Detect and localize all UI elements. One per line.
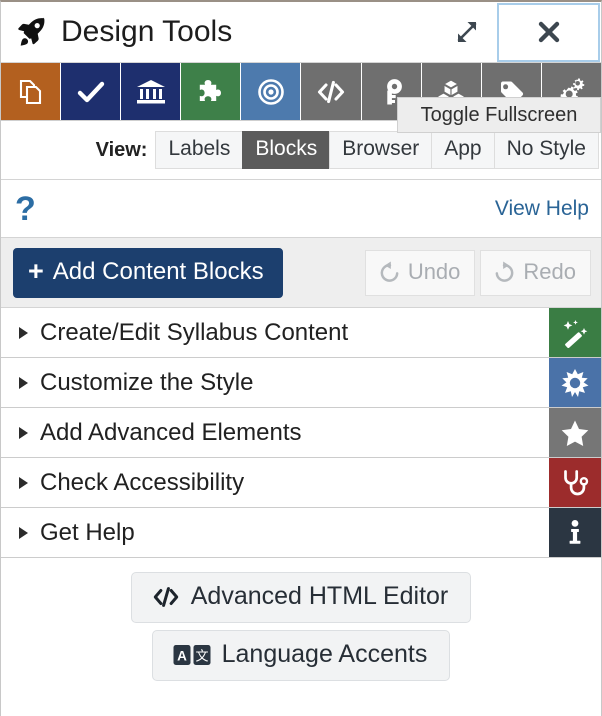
accordion-label: Get Help	[40, 518, 135, 546]
accordion-label: Create/Edit Syllabus Content	[40, 318, 349, 346]
bullseye-button[interactable]	[241, 63, 302, 120]
help-bar: ? View Help	[1, 180, 601, 238]
advanced-html-editor-button[interactable]: Advanced HTML Editor	[130, 572, 472, 623]
add-content-blocks-label: Add Content Blocks	[52, 257, 264, 285]
accordion-row-check-accessibility[interactable]: Check Accessibility	[1, 458, 601, 508]
close-button[interactable]	[497, 2, 600, 62]
undo-arrow-icon	[378, 260, 401, 283]
title-bar: Design Tools	[1, 2, 601, 63]
add-content-blocks-button[interactable]: + Add Content Blocks	[13, 247, 283, 298]
copy-files-icon	[16, 77, 46, 107]
checkmark-icon	[76, 77, 106, 107]
caret-right-icon	[19, 376, 28, 389]
puzzle-piece-icon	[196, 77, 226, 107]
accordion-row-add-advanced-elements[interactable]: Add Advanced Elements	[1, 408, 601, 458]
accordion-label: Add Advanced Elements	[40, 418, 302, 446]
accordion-row-create-edit-syllabus-content[interactable]: Create/Edit Syllabus Content	[1, 308, 601, 358]
code-brackets-button[interactable]	[301, 63, 362, 120]
copy-files-button[interactable]	[1, 63, 62, 120]
checkmark-button[interactable]	[61, 63, 122, 120]
design-tools-panel: Design Tools View: Labels Blocks Browser…	[0, 0, 602, 716]
language-accents-label: Language Accents	[221, 640, 428, 668]
view-option-browser[interactable]: Browser	[329, 130, 432, 170]
accordion-row-header: Customize the Style	[1, 358, 549, 407]
plus-icon: +	[28, 256, 44, 286]
action-bar: + Add Content Blocks Undo Redo	[1, 238, 601, 308]
code-brackets-icon	[316, 77, 346, 107]
view-help-link[interactable]: View Help	[495, 197, 589, 221]
caret-right-icon	[19, 426, 28, 439]
accordion-row-header: Check Accessibility	[1, 458, 549, 507]
stethoscope-icon[interactable]	[549, 458, 601, 507]
close-icon	[538, 21, 559, 43]
redo-label: Redo	[523, 258, 576, 284]
accordion-row-customize-the-style[interactable]: Customize the Style	[1, 358, 601, 408]
undo-redo-group: Undo Redo	[364, 249, 591, 296]
tooltip-toggle-fullscreen: Toggle Fullscreen	[397, 97, 601, 133]
sun-gear-icon[interactable]	[549, 358, 601, 407]
view-button-group: Labels Blocks Browser App No Style	[155, 130, 599, 170]
caret-right-icon	[19, 476, 28, 489]
language-translate-icon: A 文	[173, 644, 211, 666]
institution-button[interactable]	[121, 63, 182, 120]
info-icon[interactable]	[549, 508, 601, 557]
accordion-row-header: Create/Edit Syllabus Content	[1, 308, 549, 357]
redo-button[interactable]: Redo	[480, 249, 591, 296]
redo-arrow-icon	[493, 260, 516, 283]
magic-wand-icon[interactable]	[549, 308, 601, 357]
view-option-blocks[interactable]: Blocks	[242, 130, 330, 170]
rocket-icon	[13, 14, 49, 50]
page-title: Design Tools	[61, 15, 233, 48]
svg-text:A: A	[177, 648, 187, 663]
undo-label: Undo	[407, 258, 461, 284]
footer-buttons: Advanced HTML Editor A 文 Language Accent…	[1, 558, 601, 681]
bullseye-icon	[256, 77, 286, 107]
expand-arrows-icon[interactable]	[437, 3, 497, 62]
svg-text:文: 文	[195, 649, 208, 664]
accordion-list: Create/Edit Syllabus Content Customize t…	[1, 308, 601, 558]
question-mark-icon[interactable]: ?	[15, 192, 36, 226]
language-accents-button[interactable]: A 文 Language Accents	[151, 630, 451, 681]
view-option-no-style[interactable]: No Style	[493, 130, 599, 170]
code-brackets-icon	[152, 584, 180, 610]
puzzle-piece-button[interactable]	[181, 63, 242, 120]
caret-right-icon	[19, 326, 28, 339]
star-icon[interactable]	[549, 408, 601, 457]
view-label: View:	[95, 138, 148, 161]
accordion-row-header: Get Help	[1, 508, 549, 557]
accordion-label: Customize the Style	[40, 368, 254, 396]
accordion-row-header: Add Advanced Elements	[1, 408, 549, 457]
caret-right-icon	[19, 526, 28, 539]
view-option-app[interactable]: App	[431, 130, 494, 170]
institution-icon	[136, 77, 166, 107]
accordion-label: Check Accessibility	[40, 468, 245, 496]
undo-button[interactable]: Undo	[364, 249, 476, 296]
advanced-html-editor-label: Advanced HTML Editor	[190, 582, 449, 610]
view-option-labels[interactable]: Labels	[155, 130, 243, 170]
accordion-row-get-help[interactable]: Get Help	[1, 508, 601, 558]
